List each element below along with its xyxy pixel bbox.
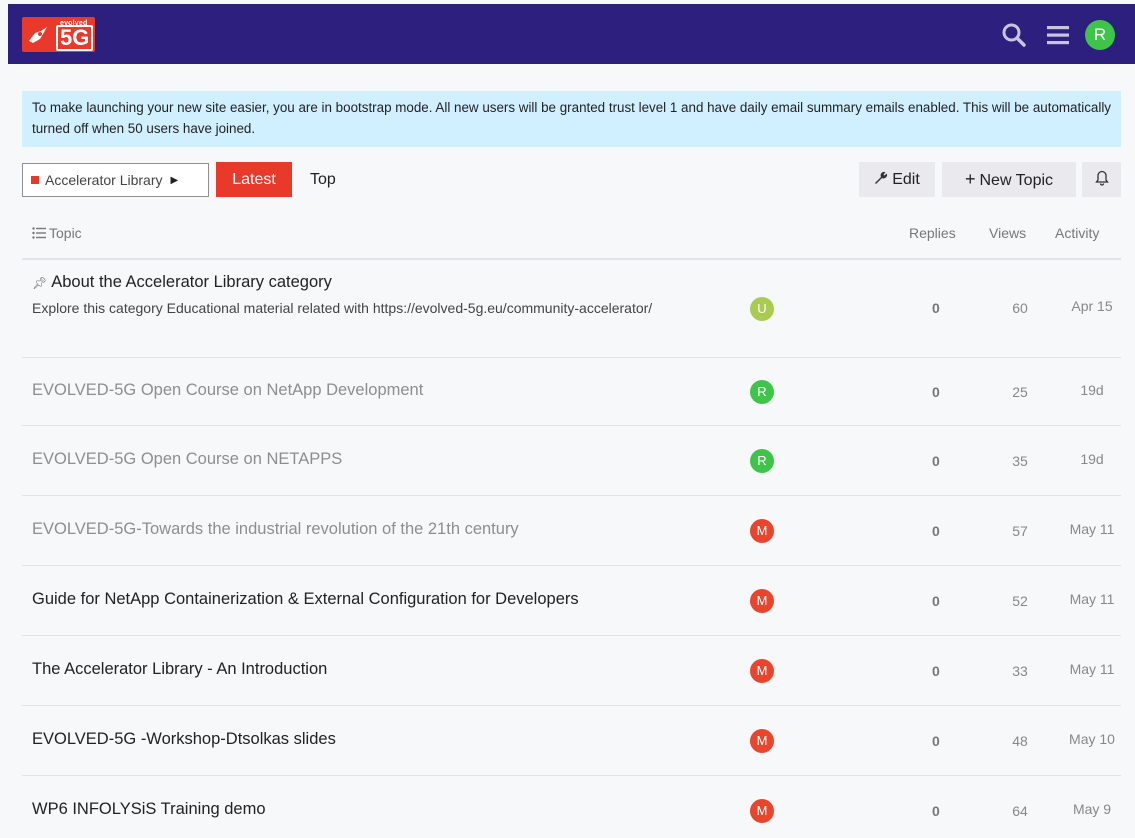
replies-count: 0 — [932, 453, 940, 469]
views-count: 60 — [1012, 300, 1028, 316]
site-header: evolved 5G R — [8, 4, 1135, 64]
new-topic-button[interactable]: + New Topic — [942, 162, 1076, 197]
topic-excerpt: Explore this category Educational materi… — [32, 300, 653, 316]
views-count: 48 — [1012, 733, 1028, 749]
topic-row: EVOLVED-5G -Workshop-Dtsolkas slides M 0… — [22, 706, 1121, 776]
activity-date[interactable]: May 9 — [1060, 801, 1124, 817]
logo-rocket-icon — [29, 27, 47, 43]
views-count: 52 — [1012, 593, 1028, 609]
main-content: To make launching your new site easier, … — [8, 64, 1135, 838]
activity-date[interactable]: 19d — [1060, 451, 1124, 467]
views-count: 57 — [1012, 523, 1028, 539]
topic-row: EVOLVED-5G-Towards the industrial revolu… — [22, 496, 1121, 566]
topic-title-link[interactable]: EVOLVED-5G Open Course on NetApp Develop… — [32, 381, 423, 400]
topic-column-header[interactable]: Topic — [32, 225, 82, 241]
topic-title-link[interactable]: WP6 INFOLYSiS Training demo — [32, 800, 266, 819]
topic-title-link[interactable]: EVOLVED-5G Open Course on NETAPPS — [32, 450, 342, 469]
topic-title-link[interactable]: 📌︎ About the Accelerator Library category — [32, 273, 332, 292]
user-avatar[interactable]: R — [1085, 20, 1115, 50]
topic-row: EVOLVED-5G Open Course on NETAPPS R 0 35… — [22, 426, 1121, 496]
activity-date[interactable]: May 11 — [1060, 591, 1124, 607]
views-count: 25 — [1012, 384, 1028, 400]
poster-avatar[interactable]: M — [750, 589, 774, 613]
topic-row: Guide for NetApp Containerization & Exte… — [22, 566, 1121, 636]
bell-icon — [1094, 170, 1109, 186]
poster-avatar[interactable]: M — [750, 729, 774, 753]
activity-date[interactable]: Apr 15 — [1060, 298, 1124, 314]
views-count: 33 — [1012, 663, 1028, 679]
pin-icon: 📌︎ — [32, 276, 48, 290]
replies-column-header[interactable]: Replies — [909, 225, 956, 241]
poster-avatar[interactable]: R — [750, 449, 774, 473]
search-icon[interactable] — [1001, 22, 1027, 48]
topic-row: WP6 INFOLYSiS Training demo M 0 64 May 9 — [22, 776, 1121, 838]
category-dropdown[interactable]: Accelerator Library ▶ — [22, 163, 209, 197]
poster-avatar[interactable]: R — [750, 380, 774, 404]
edit-category-button[interactable]: Edit — [859, 162, 935, 197]
topic-row: The Accelerator Library - An Introductio… — [22, 636, 1121, 706]
views-column-header[interactable]: Views — [989, 225, 1026, 241]
frame-left — [0, 0, 8, 838]
topic-title-text: About the Accelerator Library category — [51, 273, 332, 291]
activity-date[interactable]: May 10 — [1060, 731, 1124, 747]
replies-count: 0 — [932, 663, 940, 679]
notifications-button[interactable] — [1082, 162, 1121, 197]
caret-right-icon: ▶ — [170, 174, 179, 186]
activity-column-header[interactable]: Activity — [1055, 225, 1099, 241]
topic-list-header: Topic Replies Views Activity — [22, 214, 1121, 260]
replies-count: 0 — [932, 384, 940, 400]
wrench-icon — [875, 171, 888, 184]
topic-title-link[interactable]: The Accelerator Library - An Introductio… — [32, 660, 327, 679]
plus-icon: + — [964, 169, 976, 189]
poster-avatar[interactable]: M — [750, 799, 774, 823]
category-color-swatch — [31, 176, 39, 184]
topic-row: 📌︎ About the Accelerator Library category… — [22, 260, 1121, 358]
activity-date[interactable]: May 11 — [1060, 661, 1124, 677]
list-icon — [32, 227, 46, 239]
replies-count: 0 — [932, 803, 940, 819]
topic-title-link[interactable]: Guide for NetApp Containerization & Exte… — [32, 590, 579, 609]
replies-count: 0 — [932, 523, 940, 539]
topic-row: EVOLVED-5G Open Course on NetApp Develop… — [22, 358, 1121, 426]
replies-count: 0 — [932, 733, 940, 749]
topic-header-label: Topic — [49, 225, 82, 241]
activity-date[interactable]: May 11 — [1060, 521, 1124, 537]
views-count: 35 — [1012, 453, 1028, 469]
views-count: 64 — [1012, 803, 1028, 819]
tab-top[interactable]: Top — [304, 162, 342, 197]
logo-big-text: 5G — [56, 25, 94, 51]
bootstrap-mode-banner: To make launching your new site easier, … — [22, 91, 1121, 147]
category-dropdown-label: Accelerator Library — [45, 172, 163, 188]
site-logo[interactable]: evolved 5G — [22, 17, 95, 52]
edit-button-label: Edit — [892, 171, 920, 188]
replies-count: 0 — [932, 593, 940, 609]
topic-title-link[interactable]: EVOLVED-5G -Workshop-Dtsolkas slides — [32, 730, 336, 749]
poster-avatar[interactable]: M — [750, 519, 774, 543]
replies-count: 0 — [932, 300, 940, 316]
topic-title-link[interactable]: EVOLVED-5G-Towards the industrial revolu… — [32, 520, 519, 539]
activity-date[interactable]: 19d — [1060, 382, 1124, 398]
new-topic-label: New Topic — [979, 172, 1054, 189]
poster-avatar[interactable]: U — [750, 297, 774, 321]
hamburger-menu-icon[interactable] — [1045, 22, 1071, 48]
poster-avatar[interactable]: M — [750, 659, 774, 683]
tab-latest[interactable]: Latest — [216, 162, 292, 197]
